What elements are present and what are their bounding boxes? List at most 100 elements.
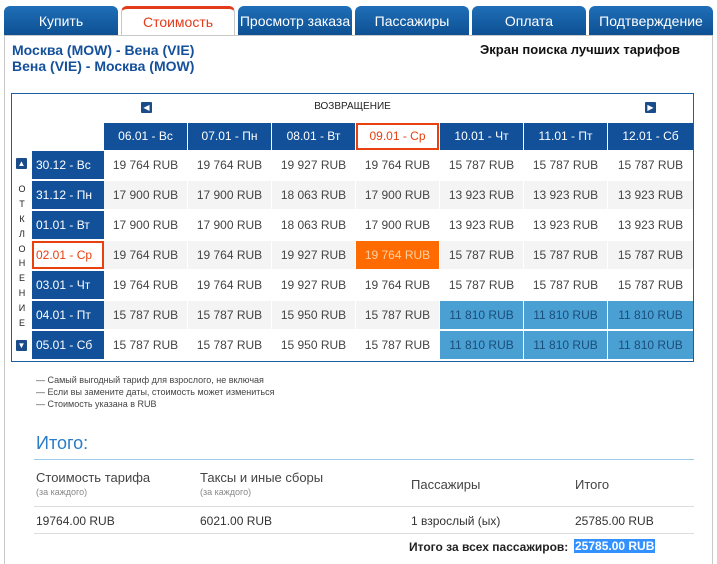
route-inbound: Вена (VIE) - Москва (MOW)	[12, 58, 195, 74]
departure-letter: О	[18, 184, 26, 195]
departure-letter: Е	[18, 273, 25, 284]
fare-cell[interactable]: 11 810 RUB	[440, 301, 523, 329]
fare-cell[interactable]: 17 900 RUB	[356, 211, 439, 239]
fare-cell[interactable]: 15 787 RUB	[440, 151, 523, 179]
fare-cell[interactable]: 19 764 RUB	[188, 151, 271, 179]
fare-cell[interactable]: 18 063 RUB	[272, 211, 355, 239]
fare-cell[interactable]: 15 787 RUB	[524, 271, 607, 299]
fare-cell[interactable]: 19 764 RUB	[104, 241, 187, 269]
fare-cell[interactable]: 15 787 RUB	[104, 331, 187, 359]
return-date-header[interactable]: 11.01 - Пт	[524, 123, 607, 150]
fare-cell[interactable]: 19 764 RUB	[104, 271, 187, 299]
fare-sublabel: (за каждого)	[36, 487, 88, 497]
route-outbound: Москва (MOW) - Вена (VIE)	[12, 42, 195, 58]
fare-cell[interactable]: 17 900 RUB	[104, 181, 187, 209]
departure-up-arrow-icon[interactable]: ▲	[16, 158, 27, 169]
taxes-sublabel: (за каждого)	[200, 487, 252, 497]
fare-cell[interactable]: 13 923 RUB	[440, 211, 523, 239]
fare-cell[interactable]: 15 787 RUB	[608, 151, 693, 179]
fare-notes: — Самый выгодный тариф для взрослого, не…	[36, 374, 274, 410]
departure-side-column: ▲ О Т К Л О Н Е Н И Е ▼	[12, 122, 32, 362]
departure-date-label[interactable]: 30.12 - Вс	[32, 151, 104, 179]
fare-cell[interactable]: 11 810 RUB	[524, 331, 607, 359]
screen-title: Экран поиска лучших тарифов	[480, 42, 680, 57]
summary-title: Итого:	[36, 433, 89, 453]
fare-cell[interactable]: 19 927 RUB	[272, 151, 355, 179]
fare-cell[interactable]: 15 787 RUB	[188, 301, 271, 329]
fare-cell[interactable]: 11 810 RUB	[524, 301, 607, 329]
fare-cell[interactable]: 19 764 RUB	[188, 271, 271, 299]
fare-cell[interactable]: 13 923 RUB	[608, 181, 693, 209]
grand-total-value: 25785.00 RUB	[574, 539, 656, 553]
departure-date-label[interactable]: 02.01 - Ср	[32, 241, 104, 269]
return-header-row: ◀ ВОЗВРАЩЕНИЕ ▶	[12, 94, 693, 122]
fare-cell[interactable]: 15 787 RUB	[188, 331, 271, 359]
fare-cell[interactable]: 15 787 RUB	[608, 241, 693, 269]
fare-cell[interactable]: 17 900 RUB	[104, 211, 187, 239]
tab-order-review[interactable]: Просмотр заказа	[238, 6, 352, 36]
note-line: — Если вы замените даты, стоимость может…	[36, 387, 275, 397]
departure-date-label[interactable]: 31.12 - Пн	[32, 181, 104, 209]
fare-value: 19764.00 RUB	[36, 514, 115, 528]
fare-cell[interactable]: 13 923 RUB	[608, 211, 693, 239]
tab-payment[interactable]: Оплата	[472, 6, 586, 36]
tab-passengers[interactable]: Пассажиры	[355, 6, 469, 36]
fare-cell[interactable]: 15 787 RUB	[356, 301, 439, 329]
fare-cell[interactable]: 15 787 RUB	[608, 271, 693, 299]
departure-date-label[interactable]: 03.01 - Чт	[32, 271, 104, 299]
fare-cell[interactable]: 15 787 RUB	[356, 331, 439, 359]
tab-buy[interactable]: Купить	[4, 6, 118, 36]
tab-price[interactable]: Стоимость	[121, 6, 235, 36]
total-label: Итого	[575, 477, 610, 492]
return-date-header[interactable]: 06.01 - Вс	[104, 123, 187, 150]
fare-cell[interactable]: 11 810 RUB	[608, 301, 693, 329]
fare-cell[interactable]: 19 764 RUB	[188, 241, 271, 269]
fare-cell[interactable]: 17 900 RUB	[188, 211, 271, 239]
departure-letter: О	[18, 243, 26, 254]
return-date-header[interactable]: 10.01 - Чт	[440, 123, 523, 150]
departure-vertical-label: О Т К Л О Н Е Н И Е	[12, 182, 32, 330]
return-date-header[interactable]: 12.01 - Сб	[608, 123, 693, 150]
taxes-value: 6021.00 RUB	[200, 514, 273, 528]
note-line: — Стоимость указана в RUB	[36, 399, 157, 409]
fare-cell[interactable]: 13 923 RUB	[440, 181, 523, 209]
fare-cell[interactable]: 17 900 RUB	[188, 181, 271, 209]
return-date-header[interactable]: 09.01 - Ср	[356, 123, 439, 150]
fare-cell[interactable]: 19 764 RUB	[356, 271, 439, 299]
fare-cell[interactable]: 19 764 RUB	[356, 151, 439, 179]
fare-cell[interactable]: 15 787 RUB	[104, 301, 187, 329]
fare-cell[interactable]: 19 764 RUB	[104, 151, 187, 179]
fare-calendar: ◀ ВОЗВРАЩЕНИЕ ▶ ▲ О Т К Л О Н Е Н И Е ▼ …	[11, 93, 694, 362]
departure-letter: Т	[19, 199, 25, 210]
departure-letter: К	[19, 213, 25, 224]
departure-down-arrow-icon[interactable]: ▼	[16, 340, 27, 351]
summary-divider	[34, 459, 694, 460]
passengers-value: 1 взрослый (ых)	[411, 514, 501, 528]
fare-cell[interactable]: 19 927 RUB	[272, 241, 355, 269]
fare-cell[interactable]: 13 923 RUB	[524, 211, 607, 239]
fare-cell[interactable]: 15 787 RUB	[524, 241, 607, 269]
grand-total-label: Итого за всех пассажиров:	[409, 540, 569, 554]
fare-cell[interactable]: 15 787 RUB	[440, 241, 523, 269]
fare-cell[interactable]: 17 900 RUB	[356, 181, 439, 209]
fare-cell[interactable]: 19 927 RUB	[272, 271, 355, 299]
fare-cell[interactable]: 15 950 RUB	[272, 331, 355, 359]
passengers-label: Пассажиры	[411, 477, 481, 492]
return-next-arrow-icon[interactable]: ▶	[645, 102, 656, 113]
fare-cell[interactable]: 15 950 RUB	[272, 301, 355, 329]
departure-letter: Л	[19, 228, 25, 239]
fare-cell[interactable]: 15 787 RUB	[440, 271, 523, 299]
departure-date-label[interactable]: 05.01 - Сб	[32, 331, 104, 359]
fare-cell[interactable]: 13 923 RUB	[524, 181, 607, 209]
departure-date-label[interactable]: 01.01 - Вт	[32, 211, 104, 239]
fare-cell[interactable]: 19 764 RUB	[356, 241, 439, 269]
fare-cell[interactable]: 11 810 RUB	[440, 331, 523, 359]
fare-cell[interactable]: 18 063 RUB	[272, 181, 355, 209]
departure-date-label[interactable]: 04.01 - Пт	[32, 301, 104, 329]
fare-cell[interactable]: 15 787 RUB	[524, 151, 607, 179]
return-date-header[interactable]: 07.01 - Пн	[188, 123, 271, 150]
tab-confirmation[interactable]: Подтверждение	[589, 6, 713, 36]
return-date-header[interactable]: 08.01 - Вт	[272, 123, 355, 150]
fare-cell[interactable]: 11 810 RUB	[608, 331, 693, 359]
summary-row-divider	[34, 506, 694, 507]
